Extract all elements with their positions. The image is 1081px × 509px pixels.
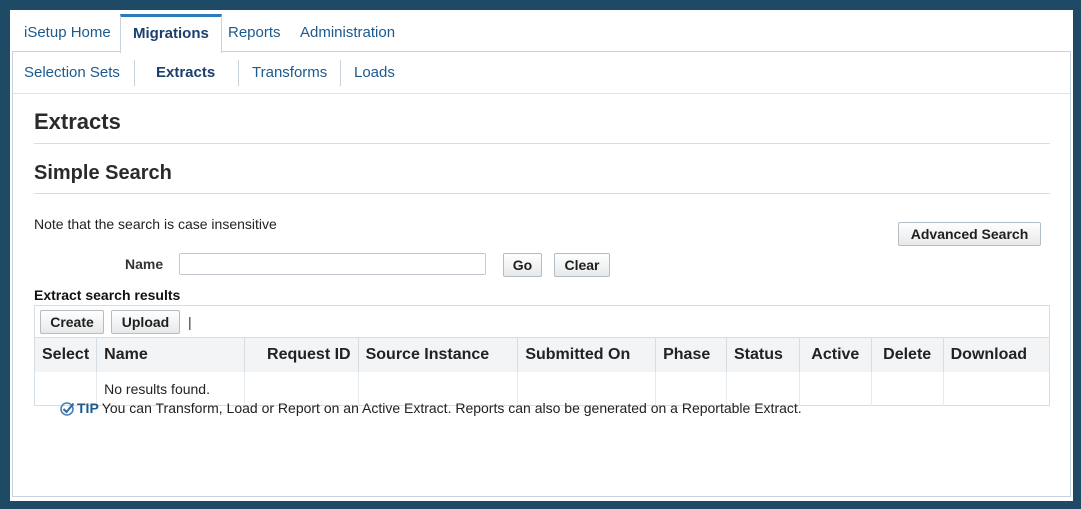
- subnav-extracts[interactable]: Extracts: [156, 60, 215, 86]
- column-header-download: Download: [943, 338, 1049, 372]
- search-note: Note that the search is case insensitive: [34, 216, 277, 232]
- page-title: Extracts: [34, 109, 121, 134]
- empty-cell: [871, 372, 944, 406]
- column-header-source-instance: Source Instance: [358, 338, 519, 372]
- title-divider: [34, 143, 1050, 144]
- column-header-name: Name: [96, 338, 245, 372]
- subnav-separator: [238, 60, 239, 86]
- subnav-loads[interactable]: Loads: [354, 60, 395, 86]
- top-tab-bar: iSetup Home Migrations Reports Administr…: [10, 14, 1073, 53]
- toolbar-separator: |: [188, 314, 192, 330]
- column-header-delete: Delete: [871, 338, 944, 372]
- results-toolbar: Create Upload |: [35, 306, 1049, 338]
- tip-message: TIP You can Transform, Load or Report on …: [60, 400, 802, 416]
- subnav-transforms[interactable]: Transforms: [252, 60, 327, 86]
- column-header-select: Select: [35, 338, 98, 372]
- empty-cell: [943, 372, 1049, 406]
- tab-reports[interactable]: Reports: [216, 14, 293, 52]
- tab-isetup-home[interactable]: iSetup Home: [12, 14, 123, 52]
- sub-navigation: Selection Sets Extracts Transforms Loads: [13, 52, 1070, 94]
- subnav-selection-sets[interactable]: Selection Sets: [24, 60, 120, 86]
- results-title: Extract search results: [34, 287, 181, 303]
- results-grid: Select Name Request ID Source Instance S…: [35, 338, 1049, 406]
- subnav-separator: [340, 60, 341, 86]
- tip-text: You can Transform, Load or Report on an …: [101, 400, 802, 416]
- main-window: iSetup Home Migrations Reports Administr…: [10, 10, 1073, 501]
- tab-content: Selection Sets Extracts Transforms Loads…: [12, 51, 1071, 497]
- column-header-active: Active: [799, 338, 872, 372]
- empty-cell: [799, 372, 872, 406]
- name-search-input[interactable]: [179, 253, 486, 275]
- clear-button[interactable]: Clear: [554, 253, 610, 277]
- tip-label: TIP: [77, 400, 99, 416]
- upload-button[interactable]: Upload: [111, 310, 180, 334]
- advanced-search-button[interactable]: Advanced Search: [898, 222, 1041, 246]
- create-button[interactable]: Create: [40, 310, 104, 334]
- column-header-phase: Phase: [655, 338, 727, 372]
- column-header-status: Status: [726, 338, 800, 372]
- name-label: Name: [125, 256, 164, 272]
- column-header-request-id: Request ID: [244, 338, 359, 372]
- tab-migrations[interactable]: Migrations: [120, 14, 222, 53]
- go-button[interactable]: Go: [503, 253, 542, 277]
- tab-administration[interactable]: Administration: [288, 14, 407, 52]
- section-divider: [34, 193, 1050, 194]
- table-header-row: Select Name Request ID Source Instance S…: [35, 338, 1049, 372]
- subnav-separator: [134, 60, 135, 86]
- column-header-submitted-on: Submitted On: [517, 338, 657, 372]
- section-title: Simple Search: [34, 162, 172, 184]
- checkmark-icon: [60, 401, 75, 416]
- results-table: Create Upload | Select Name Request ID S…: [34, 305, 1050, 406]
